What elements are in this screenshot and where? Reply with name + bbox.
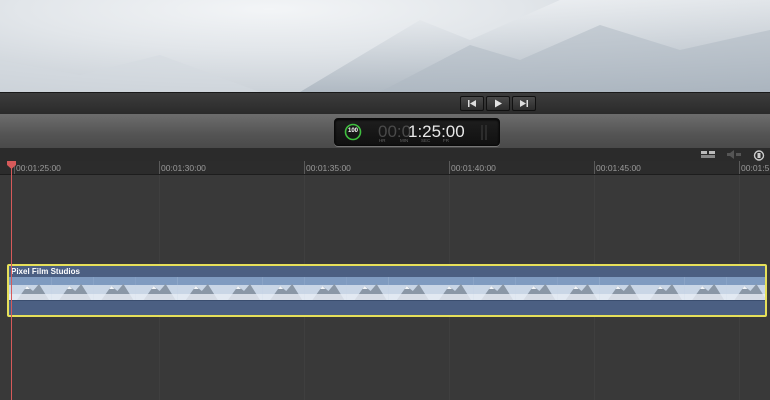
clip-title: Pixel Film Studios xyxy=(11,267,80,276)
ruler-label: 00:01:35:00 xyxy=(306,163,351,173)
viewer-image xyxy=(0,0,770,92)
filmstrip-thumbnail xyxy=(473,277,516,300)
audio-skimming-icon[interactable] xyxy=(726,150,742,159)
timeline-ruler[interactable]: 00:01:25:00 00:01:30:00 00:01:35:00 00:0… xyxy=(0,161,770,175)
filmstrip-thumbnail xyxy=(9,277,52,300)
skip-back-button[interactable] xyxy=(460,96,484,111)
filmstrip-thumbnail xyxy=(388,277,431,300)
timecode-unit-frames: FR xyxy=(443,138,449,143)
filmstrip-thumbnail xyxy=(599,277,642,300)
filmstrip-thumbnail xyxy=(177,277,220,300)
timecode-unit-seconds: SEC xyxy=(421,138,431,143)
filmstrip-thumbnail xyxy=(51,277,94,300)
filmstrip-thumbnail xyxy=(262,277,305,300)
clip-audio-area xyxy=(9,300,765,315)
play-button[interactable] xyxy=(486,96,510,111)
filmstrip-thumbnail xyxy=(304,277,347,300)
clip-appearance-icon[interactable] xyxy=(700,150,716,159)
timeline-clip[interactable]: Pixel Film Studios xyxy=(7,264,767,317)
timecode-unit-minutes: MIN xyxy=(400,138,409,143)
ruler-label: 00:01:5 xyxy=(741,163,770,173)
timecode-display[interactable]: 100 00:0 1:25:00 HR MIN SEC FR xyxy=(334,118,500,146)
ruler-tick xyxy=(159,161,160,174)
viewer xyxy=(0,0,770,92)
filmstrip-thumbnail xyxy=(642,277,685,300)
skip-forward-button[interactable] xyxy=(512,96,536,111)
filmstrip-thumbnail xyxy=(431,277,474,300)
transport-bar xyxy=(0,92,770,116)
ruler-label: 00:01:40:00 xyxy=(451,163,496,173)
snapping-icon[interactable] xyxy=(752,150,766,161)
ruler-label: 00:01:30:00 xyxy=(161,163,206,173)
timecode-unit-hours: HR xyxy=(379,138,386,143)
ruler-tick xyxy=(739,161,740,174)
ruler-label: 00:01:45:00 xyxy=(596,163,641,173)
timeline-toolbar xyxy=(0,148,770,162)
clip-filmstrip xyxy=(9,277,765,300)
filmstrip-thumbnails xyxy=(9,277,765,300)
filmstrip-thumbnail xyxy=(220,277,263,300)
audio-meter-icon xyxy=(481,125,489,140)
filmstrip-thumbnail xyxy=(346,277,389,300)
ruler-tick xyxy=(449,161,450,174)
ruler-tick xyxy=(304,161,305,174)
skip-back-icon xyxy=(468,100,476,107)
skip-forward-icon xyxy=(520,100,528,107)
playhead[interactable] xyxy=(11,166,12,400)
play-icon xyxy=(495,99,502,108)
background-render-indicator[interactable]: 100 xyxy=(344,123,362,141)
ruler-tick xyxy=(594,161,595,174)
filmstrip-thumbnail xyxy=(557,277,600,300)
filmstrip-thumbnail xyxy=(726,277,765,300)
filmstrip-thumbnail xyxy=(135,277,178,300)
playhead-marker-icon[interactable] xyxy=(7,161,16,170)
render-percent: 100 xyxy=(347,128,358,134)
filmstrip-thumbnail xyxy=(515,277,558,300)
timecode-value: 1:25:00 xyxy=(408,122,465,141)
filmstrip-thumbnail xyxy=(93,277,136,300)
ruler-label: 00:01:25:00 xyxy=(16,163,61,173)
filmstrip-thumbnail xyxy=(684,277,727,300)
dashboard-bar: 100 00:0 1:25:00 HR MIN SEC FR xyxy=(0,114,770,149)
